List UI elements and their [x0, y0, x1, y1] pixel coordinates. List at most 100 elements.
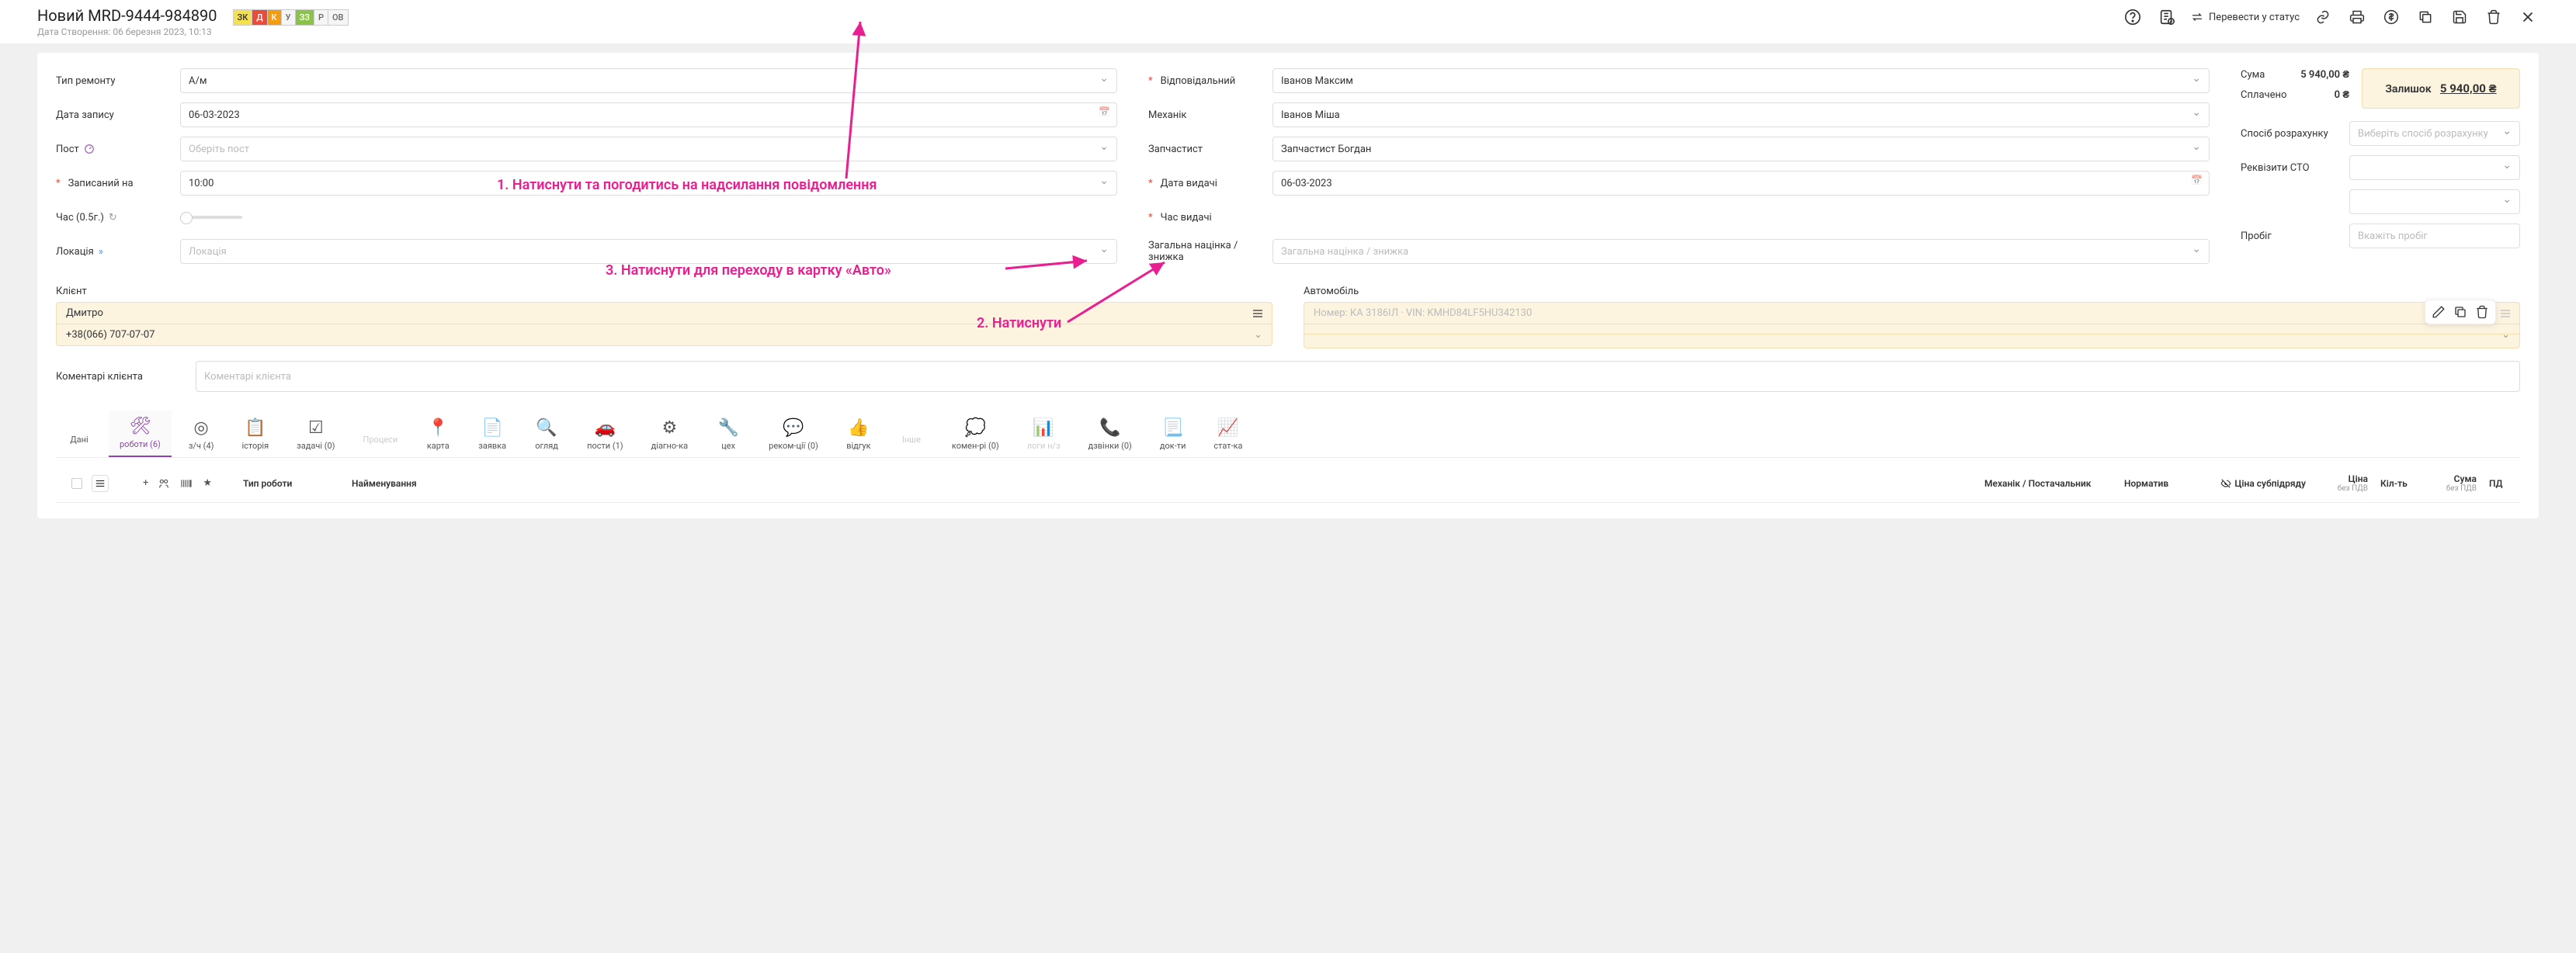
parts-person-label: Запчастист: [1148, 144, 1272, 155]
row-menu-button[interactable]: [92, 475, 109, 492]
duration-slider[interactable]: [180, 216, 242, 219]
col-subcontract[interactable]: Ціна субпідряду: [2196, 478, 2312, 489]
col-price[interactable]: Цінабез ПДВ: [2312, 473, 2374, 493]
col-qty[interactable]: Кіл-ть: [2374, 478, 2421, 489]
tab-data[interactable]: Дані: [56, 422, 102, 457]
col-sum[interactable]: Сумабез ПДВ: [2421, 473, 2483, 493]
star-icon[interactable]: ★: [203, 477, 212, 489]
tab-parts[interactable]: ◎з/ч (4): [178, 412, 225, 457]
tab-feedback[interactable]: 👍відгук: [835, 412, 882, 457]
balance-box: Залишок 5 940,00 ₴: [2362, 68, 2520, 109]
save-icon[interactable]: [2449, 6, 2470, 28]
badge-zk[interactable]: ЗК: [233, 9, 252, 26]
duration-label: Час (0.5г.) ↻: [56, 212, 180, 224]
chart-icon: 📈: [1217, 418, 1238, 438]
tab-map[interactable]: 📍карта: [415, 412, 461, 457]
markup-input[interactable]: Загальна націнка / знижка: [1272, 239, 2210, 264]
markup-label: Загальна націнка / знижка: [1148, 240, 1272, 263]
help-icon[interactable]: [2122, 6, 2144, 28]
mechanic-label: Механік: [1148, 109, 1272, 121]
barcode-icon[interactable]: [179, 477, 193, 490]
group-icon[interactable]: [158, 477, 170, 490]
tab-processes[interactable]: Процеси: [352, 422, 409, 457]
location-label: Локація »: [56, 246, 180, 258]
tab-other[interactable]: Інше: [888, 422, 935, 457]
tab-calls[interactable]: 📞дзвінки (0): [1078, 412, 1143, 457]
recommendations-icon: 💬: [783, 418, 804, 438]
tab-workshop[interactable]: 🔧цех: [705, 412, 752, 457]
badge-u[interactable]: У: [281, 9, 295, 26]
balance-value[interactable]: 5 940,00 ₴: [2440, 81, 2497, 95]
print-icon[interactable]: [2346, 6, 2368, 28]
delete-auto-icon[interactable]: [2475, 305, 2489, 319]
badge-r[interactable]: Р: [314, 9, 328, 26]
col-work-type[interactable]: Тип роботи: [237, 478, 345, 489]
money-icon[interactable]: [2380, 6, 2402, 28]
issue-date-input[interactable]: 06-03-2023: [1272, 171, 2210, 196]
copy-auto-icon[interactable]: [2453, 305, 2467, 319]
trash-icon[interactable]: [2483, 6, 2505, 28]
tab-inspection[interactable]: 🔍огляд: [523, 412, 570, 457]
copy-icon[interactable]: [2415, 6, 2436, 28]
chevron-down-icon: ⌄: [2501, 329, 2510, 341]
order-created-date: Дата Створення: 06 березня 2023, 10:13: [37, 26, 217, 37]
tab-comments[interactable]: 💭комен-рі (0): [941, 412, 1010, 457]
badge-zz[interactable]: ЗЗ: [295, 9, 314, 26]
booking-date-input[interactable]: 06-03-2023: [180, 102, 1117, 127]
select-all-checkbox[interactable]: [71, 478, 82, 489]
tab-logs[interactable]: 📊логи н/з: [1016, 412, 1071, 457]
requisites-select[interactable]: [2349, 155, 2520, 180]
client-phone-row[interactable]: +38(066) 707-07-07 ⌄: [57, 324, 1272, 345]
send-message-icon[interactable]: [2156, 6, 2178, 28]
payment-method-select[interactable]: Виберіть спосіб розрахунку: [2349, 121, 2520, 146]
badge-ov[interactable]: ОВ: [328, 9, 349, 26]
col-mechanic[interactable]: Механік / Постачальник: [1978, 478, 2118, 489]
tab-documents[interactable]: 📃док-ти: [1149, 412, 1197, 457]
parts-person-select[interactable]: Запчастист Богдан: [1272, 137, 2210, 161]
client-name-row[interactable]: Дмитро: [57, 303, 1272, 324]
tab-request[interactable]: 📄заявка: [467, 412, 517, 457]
mileage-input[interactable]: Вкажіть пробіг: [2349, 224, 2520, 248]
badge-d[interactable]: Д: [252, 9, 266, 26]
client-menu-icon[interactable]: [1252, 307, 1264, 320]
responsible-label: *Відповідальний: [1148, 75, 1272, 87]
engine-icon: ⚙: [662, 418, 678, 438]
comments-input[interactable]: Коментарі клієнта: [196, 361, 2520, 392]
col-pd[interactable]: ПД: [2483, 478, 2514, 489]
tab-history[interactable]: 📋історія: [231, 412, 279, 457]
responsible-select[interactable]: Іванов Максим: [1272, 68, 2210, 93]
tab-recommendations[interactable]: 💬реком-ції (0): [758, 412, 829, 457]
auto-label: Автомобіль: [1304, 286, 2520, 297]
tab-tasks[interactable]: ☑задачі (0): [286, 412, 345, 457]
add-icon[interactable]: +: [143, 477, 148, 489]
auto-info-box: Номер: КА 3186ІЛ · VIN: KMHD84LF5HU34213…: [1304, 302, 2520, 348]
mechanic-select[interactable]: Іванов Міша: [1272, 102, 2210, 127]
close-icon[interactable]: [2517, 6, 2539, 28]
link-icon[interactable]: [2312, 6, 2334, 28]
post-select[interactable]: Оберіть пост: [180, 137, 1117, 161]
auto-menu-icon[interactable]: [2499, 307, 2512, 320]
repair-type-select[interactable]: А/м: [180, 68, 1117, 93]
payment-method-label: Спосіб розрахунку: [2241, 128, 2349, 140]
thumbs-up-icon: 👍: [848, 418, 869, 438]
extra-requisites-select[interactable]: [2349, 189, 2520, 214]
booked-for-label: *Записаний на: [56, 178, 180, 189]
change-status-button[interactable]: Перевести у статус: [2190, 10, 2300, 24]
badge-k[interactable]: К: [267, 9, 281, 26]
chevron-down-icon: ⌄: [1254, 329, 1262, 341]
booking-date-label: Дата запису: [56, 109, 180, 121]
col-name[interactable]: Найменування: [345, 478, 1978, 489]
location-select[interactable]: Локація: [180, 239, 1117, 264]
col-norm[interactable]: Норматив: [2118, 478, 2196, 489]
requisites-label: Реквізити СТО: [2241, 162, 2349, 174]
tab-diagnostics[interactable]: ⚙діагно-ка: [641, 412, 700, 457]
auto-info-row[interactable]: Номер: КА 3186ІЛ · VIN: KMHD84LF5HU34213…: [1304, 303, 2519, 324]
auto-expand-row[interactable]: ⌄: [1304, 324, 2519, 334]
booked-time-input[interactable]: 10:00: [180, 171, 1117, 196]
tab-posts[interactable]: 🚗пости (1): [576, 412, 634, 457]
tab-works[interactable]: 🛠роботи (6): [109, 411, 172, 457]
eye-off-icon: [2220, 478, 2231, 489]
workshop-icon: 🔧: [717, 418, 738, 438]
edit-icon[interactable]: [2432, 305, 2446, 319]
tab-statistics[interactable]: 📈стат-ка: [1203, 412, 1253, 457]
